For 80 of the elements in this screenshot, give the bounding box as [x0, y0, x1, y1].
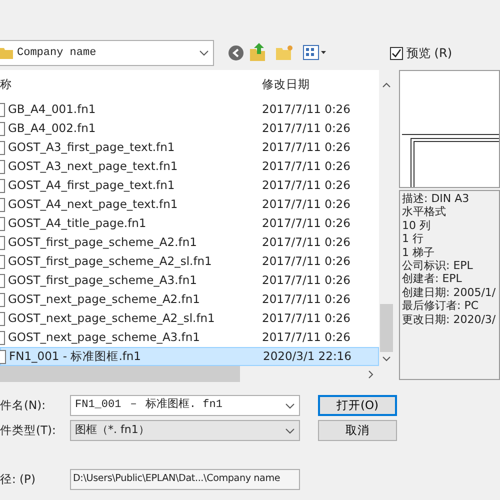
modified-date: 2017/7/11 0:26: [262, 214, 350, 232]
file-row[interactable]: GOST_first_page_scheme_A2.fn1 2017/7/11 0:26: [0, 233, 379, 252]
info-line: 1 梯子: [402, 246, 436, 260]
file-name: GOST_A3_next_page_text.fn1: [8, 158, 178, 175]
file-row[interactable]: GOST_A4_title_page.fn1 2017/7/11 0:26: [0, 214, 379, 233]
file-name: GOST_first_page_scheme_A2.fn1: [8, 234, 197, 251]
horizontal-scrollbar[interactable]: [0, 366, 394, 382]
file-name: GOST_A4_next_page_text.fn1: [8, 196, 178, 213]
info-line: 最后修订者: PC: [402, 299, 480, 313]
file-name: GOST_A3_first_page_text.fn1: [8, 138, 175, 156]
column-header[interactable]: 修改日期: [262, 76, 310, 94]
info-line: 描述: DIN A3: [402, 192, 470, 206]
view-menu-icon[interactable]: [303, 45, 327, 60]
preview-checkbox[interactable]: [390, 46, 404, 60]
file-row[interactable]: GOST_A4_next_page_text.fn1 2017/7/11 0:26: [0, 195, 379, 214]
info-line: 更改日期: 2020/3/: [402, 312, 497, 326]
file-name: GB_A4_002.fn1: [8, 120, 96, 137]
file-type-label: 件类型(T):: [0, 422, 57, 439]
column-header[interactable]: 称: [0, 76, 262, 94]
modified-date: 2017/7/11 0:26: [262, 120, 350, 137]
modified-date: 2017/7/11 0:26: [262, 290, 350, 308]
folder-up-icon[interactable]: [250, 43, 266, 61]
file-name-field[interactable]: FN1_001 － 标准图框. fn1: [70, 395, 300, 416]
folder-icon: [0, 47, 13, 59]
file-row[interactable]: GB_A4_001.fn1 2017/7/11 0:26: [0, 100, 379, 119]
file-name: GOST_next_page_scheme_A2_sl.fn1: [8, 310, 215, 327]
modified-date: 2017/7/11 0:26: [262, 196, 350, 213]
file-row[interactable]: GB_A4_002.fn1 2017/7/11 0:26: [0, 119, 379, 138]
info-line: 1 行: [402, 232, 424, 246]
file-row[interactable]: GOST_A3_first_page_text.fn1 2017/7/11 0:26: [0, 138, 379, 157]
scroll-up-icon[interactable]: [382, 82, 391, 88]
file-row[interactable]: GOST_next_page_scheme_A3.fn1 2017/7/11 0:26: [0, 328, 379, 347]
file-name: GOST_first_page_scheme_A2_sl.fn1: [8, 252, 212, 270]
scroll-thumb[interactable]: [0, 366, 240, 382]
file-name-label: 件名(N):: [0, 396, 46, 414]
file-row[interactable]: GOST_first_page_scheme_A3.fn1 2017/7/11 0:26: [0, 271, 379, 290]
location-combobox[interactable]: Company name: [0, 40, 214, 66]
file-name: GOST_A4_title_page.fn1: [8, 214, 146, 232]
file-name: GOST_first_page_scheme_A3.fn1: [8, 272, 197, 289]
modified-date: 2017/7/11 0:26: [262, 328, 350, 346]
file-name: GOST_A4_first_page_text.fn1: [8, 176, 175, 194]
modified-date: 2017/7/11 0:26: [262, 176, 350, 194]
file-row[interactable]: GOST_first_page_scheme_A2_sl.fn1 2017/7/11 0:26: [0, 252, 379, 271]
open-button[interactable]: 打开(O): [318, 395, 397, 416]
chevron-down-icon[interactable]: [285, 402, 295, 408]
modified-date: 2017/7/11 0:26: [262, 252, 350, 270]
modified-date: 2017/7/11 0:26: [262, 138, 350, 156]
file-name: GOST_next_page_scheme_A2.fn1: [8, 290, 200, 308]
scroll-down-icon[interactable]: [382, 356, 391, 362]
file-row[interactable]: GOST_A3_next_page_text.fn1 2017/7/11 0:26: [0, 157, 379, 176]
chevron-down-icon[interactable]: [199, 50, 209, 56]
file-row[interactable]: GOST_A4_first_page_text.fn1 2017/7/11 0:26: [0, 176, 379, 195]
info-line: 10 列: [402, 218, 432, 232]
cancel-button[interactable]: 取消: [318, 420, 397, 441]
info-line: 水平格式: [402, 205, 447, 219]
scroll-thumb[interactable]: [380, 304, 393, 352]
path-label: 径: (P): [0, 470, 36, 488]
modified-date: 2017/7/11 0:26: [262, 100, 350, 118]
scroll-right-icon[interactable]: [368, 370, 374, 378]
file-name: GOST_next_page_scheme_A3.fn1: [8, 328, 200, 346]
modified-date: 2020/3/1 22:16: [263, 348, 352, 365]
file-row[interactable]: GOST_next_page_scheme_A2_sl.fn1 2017/7/11 0:26: [0, 309, 379, 328]
chevron-down-icon[interactable]: [285, 428, 295, 434]
modified-date: 2017/7/11 0:26: [262, 272, 350, 289]
modified-date: 2017/7/11 0:26: [262, 158, 350, 175]
file-row[interactable]: GOST_next_page_scheme_A2.fn1 2017/7/11 0:26: [0, 290, 379, 309]
file-row[interactable]: FN1_001 - 标准图框.fn1 2020/3/1 22:16: [0, 347, 379, 366]
file-name: FN1_001 - 标准图框.fn1: [9, 348, 142, 365]
info-line: 创建者: EPL: [402, 272, 463, 286]
preview-label: 预览 (R): [406, 45, 452, 62]
location-value: Company name: [17, 46, 96, 61]
file-icon: [0, 350, 6, 364]
path-field: D:\Users\Public\EPLAN\Dat...\Company name: [70, 469, 300, 490]
file-type-dropdown[interactable]: 图框（*. fn1）: [70, 420, 300, 441]
modified-date: 2017/7/11 0:26: [262, 310, 350, 327]
info-line: 公司标识: EPL: [402, 259, 474, 272]
file-name: GB_A4_001.fn1: [8, 100, 96, 118]
back-icon[interactable]: [228, 45, 244, 61]
modified-date: 2017/7/11 0:26: [262, 234, 350, 251]
info-line: 创建日期: 2005/1/: [402, 286, 497, 300]
